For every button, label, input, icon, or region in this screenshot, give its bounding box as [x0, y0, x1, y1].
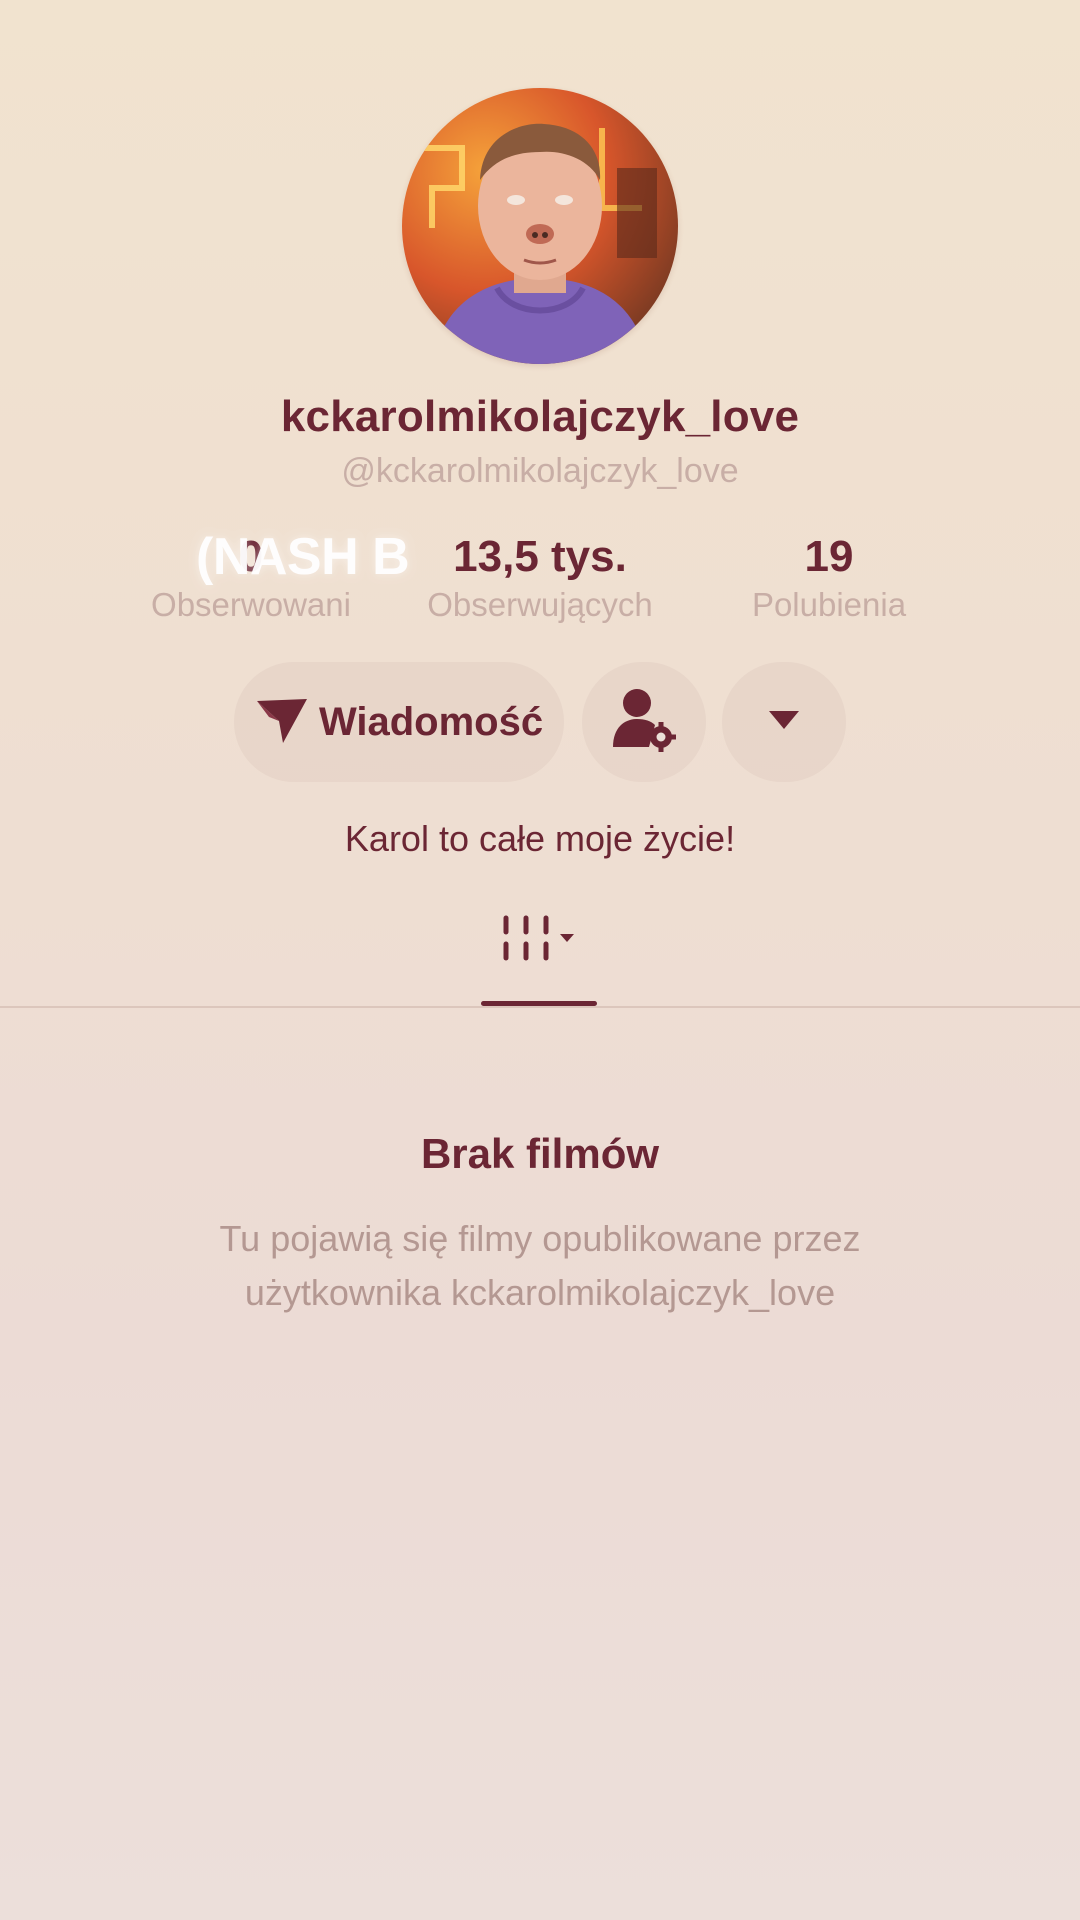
empty-state-title: Brak filmów: [420, 1130, 660, 1177]
stat-likes[interactable]: 19 Polubienia: [679, 528, 979, 624]
more-options-button[interactable]: [722, 662, 846, 782]
stat-followers[interactable]: 13,5 tys. Obserwujących: [390, 528, 690, 624]
display-name: kckarolmikolajczyk_love: [280, 392, 800, 441]
chevron-down-icon: [767, 709, 801, 736]
empty-state-description: Tu pojawią się filmy opublikowane przez …: [219, 1218, 861, 1313]
stat-following-label: Obserwowani: [151, 586, 351, 623]
send-icon: [255, 695, 309, 750]
user-settings-icon: [609, 687, 679, 758]
profile-page: kckarolmikolajczyk_love @kckarolmikolajc…: [0, 0, 1080, 1920]
message-button-label: Wiadomość: [318, 699, 544, 744]
username-handle: @kckarolmikolajczyk_love: [341, 452, 739, 490]
overlay-caption: (NASH B: [196, 528, 410, 586]
avatar[interactable]: [402, 88, 678, 364]
message-button[interactable]: Wiadomość: [234, 662, 564, 782]
stat-likes-value: 19: [804, 532, 854, 581]
grid-icon: [500, 912, 580, 977]
stat-likes-label: Polubienia: [751, 586, 907, 623]
avatar-image: [402, 88, 678, 364]
tab-videos[interactable]: [480, 912, 600, 1008]
profile-bio: Karol to całe moje życie!: [344, 818, 736, 859]
stat-followers-value: 13,5 tys.: [453, 532, 627, 581]
stat-followers-label: Obserwujących: [427, 586, 653, 623]
tab-divider: [0, 1006, 1080, 1008]
friends-settings-button[interactable]: [582, 662, 706, 782]
